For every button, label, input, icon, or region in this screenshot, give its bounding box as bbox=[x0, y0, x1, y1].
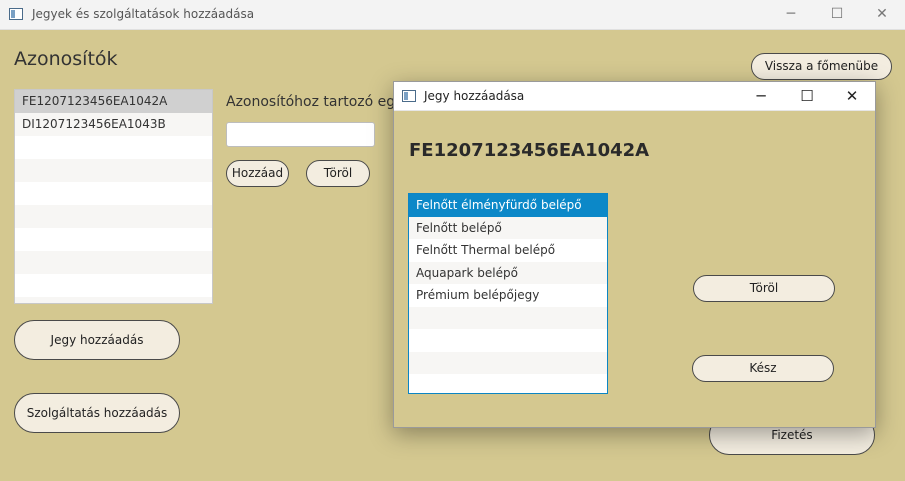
list-item[interactable]: Felnőtt élményfürdő belépő bbox=[409, 194, 607, 217]
ticket-type-list[interactable]: Felnőtt élményfürdő belépő Felnőtt belép… bbox=[408, 193, 608, 394]
dialog-close-icon[interactable]: ✕ bbox=[829, 82, 875, 110]
list-item[interactable]: DI1207123456EA1043B bbox=[15, 113, 212, 136]
empty-row bbox=[15, 251, 212, 274]
list-item[interactable]: Aquapark belépő bbox=[409, 261, 607, 284]
empty-row bbox=[15, 205, 212, 228]
add-service-button[interactable]: Szolgáltatás hozzáadás bbox=[14, 393, 180, 433]
empty-row bbox=[15, 136, 212, 159]
add-ticket-button[interactable]: Jegy hozzáadás bbox=[14, 320, 180, 360]
id-input[interactable] bbox=[226, 122, 375, 147]
empty-row bbox=[15, 182, 212, 205]
empty-row bbox=[409, 306, 607, 329]
empty-row bbox=[409, 329, 607, 352]
window-title: Jegyek és szolgáltatások hozzáadása bbox=[32, 7, 255, 21]
close-icon[interactable]: ✕ bbox=[859, 0, 905, 30]
back-to-main-menu-button[interactable]: Vissza a főmenübe bbox=[751, 53, 892, 80]
list-item[interactable]: Prémium belépőjegy bbox=[409, 284, 607, 307]
empty-row bbox=[15, 297, 212, 303]
dialog-title: Jegy hozzáadása bbox=[424, 89, 525, 103]
empty-row bbox=[15, 159, 212, 182]
empty-row bbox=[15, 274, 212, 297]
add-button[interactable]: Hozzáad bbox=[226, 160, 289, 187]
minimize-icon[interactable]: ─ bbox=[768, 0, 814, 30]
empty-row bbox=[15, 228, 212, 251]
dialog-ticket-id: FE1207123456EA1042A bbox=[409, 140, 650, 161]
delete-button[interactable]: Töröl bbox=[306, 160, 370, 187]
dialog-window-icon bbox=[402, 90, 416, 102]
dialog-titlebar: Jegy hozzáadása ─ ☐ ✕ bbox=[394, 82, 875, 111]
maximize-icon[interactable]: ☐ bbox=[814, 0, 860, 30]
section-title: Azonosítók bbox=[14, 48, 118, 70]
main-titlebar: Jegyek és szolgáltatások hozzáadása ─ ☐ … bbox=[0, 0, 905, 30]
app-window-icon bbox=[9, 8, 23, 20]
add-ticket-dialog: Jegy hozzáadása ─ ☐ ✕ FE1207123456EA1042… bbox=[393, 81, 876, 428]
list-item[interactable]: Felnőtt Thermal belépő bbox=[409, 239, 607, 262]
empty-row bbox=[409, 374, 607, 393]
dialog-done-button[interactable]: Kész bbox=[692, 355, 834, 382]
id-list[interactable]: FE1207123456EA1042A DI1207123456EA1043B bbox=[14, 89, 213, 304]
list-item[interactable]: FE1207123456EA1042A bbox=[15, 90, 212, 113]
empty-row bbox=[409, 351, 607, 374]
list-item[interactable]: Felnőtt belépő bbox=[409, 216, 607, 239]
dialog-maximize-icon[interactable]: ☐ bbox=[784, 82, 830, 110]
id-field-label: Azonosítóhoz tartozó eg bbox=[226, 94, 396, 110]
dialog-minimize-icon[interactable]: ─ bbox=[738, 82, 784, 110]
dialog-delete-button[interactable]: Töröl bbox=[693, 275, 835, 302]
